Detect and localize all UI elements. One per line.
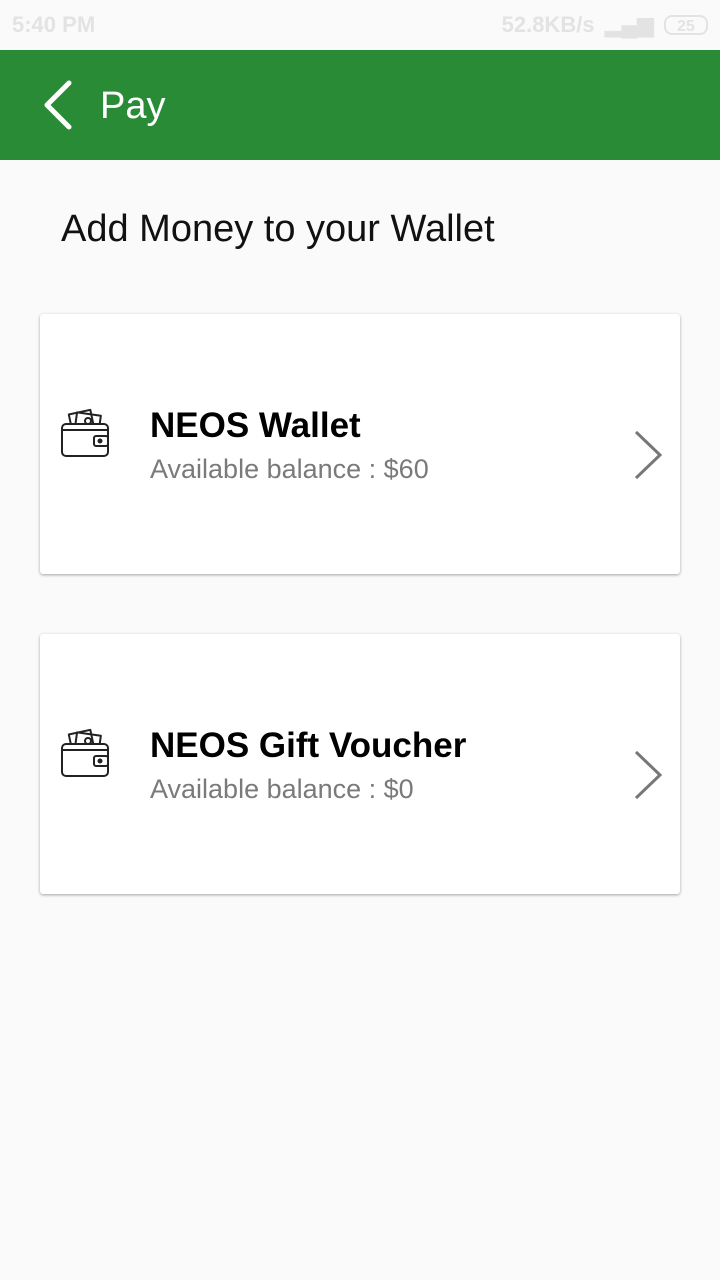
status-time: 5:40 PM <box>12 12 96 37</box>
card-title: NEOS Gift Voucher <box>150 726 467 765</box>
status-indicators: 52.8KB/s ▂▄▆ 25 <box>502 12 708 38</box>
section-title: Add Money to your Wallet <box>61 208 495 250</box>
app-bar: Pay <box>0 50 720 160</box>
network-speed: 52.8KB/s <box>501 12 595 37</box>
status-bar: 5:40 PM 52.8KB/s ▂▄▆ 25 <box>0 0 720 50</box>
neos-gift-voucher-card[interactable]: NEOS Gift Voucher Available balance : $0 <box>40 634 680 894</box>
chevron-right-icon <box>634 430 663 480</box>
chevron-right-icon <box>634 750 663 800</box>
wallet-icon <box>61 728 109 777</box>
chevron-left-icon <box>44 80 72 130</box>
neos-wallet-card[interactable]: NEOS Wallet Available balance : $60 <box>40 314 680 574</box>
balance-label: Available balance : $0 <box>150 774 414 804</box>
card-title: NEOS Wallet <box>150 406 361 445</box>
battery-icon: 25 <box>664 15 708 35</box>
signal-icon: ▂▄▆ <box>604 12 654 37</box>
page-title: Pay <box>100 85 166 127</box>
balance-label: Available balance : $60 <box>150 454 429 484</box>
wallet-icon <box>61 408 109 457</box>
back-button[interactable] <box>28 70 88 140</box>
